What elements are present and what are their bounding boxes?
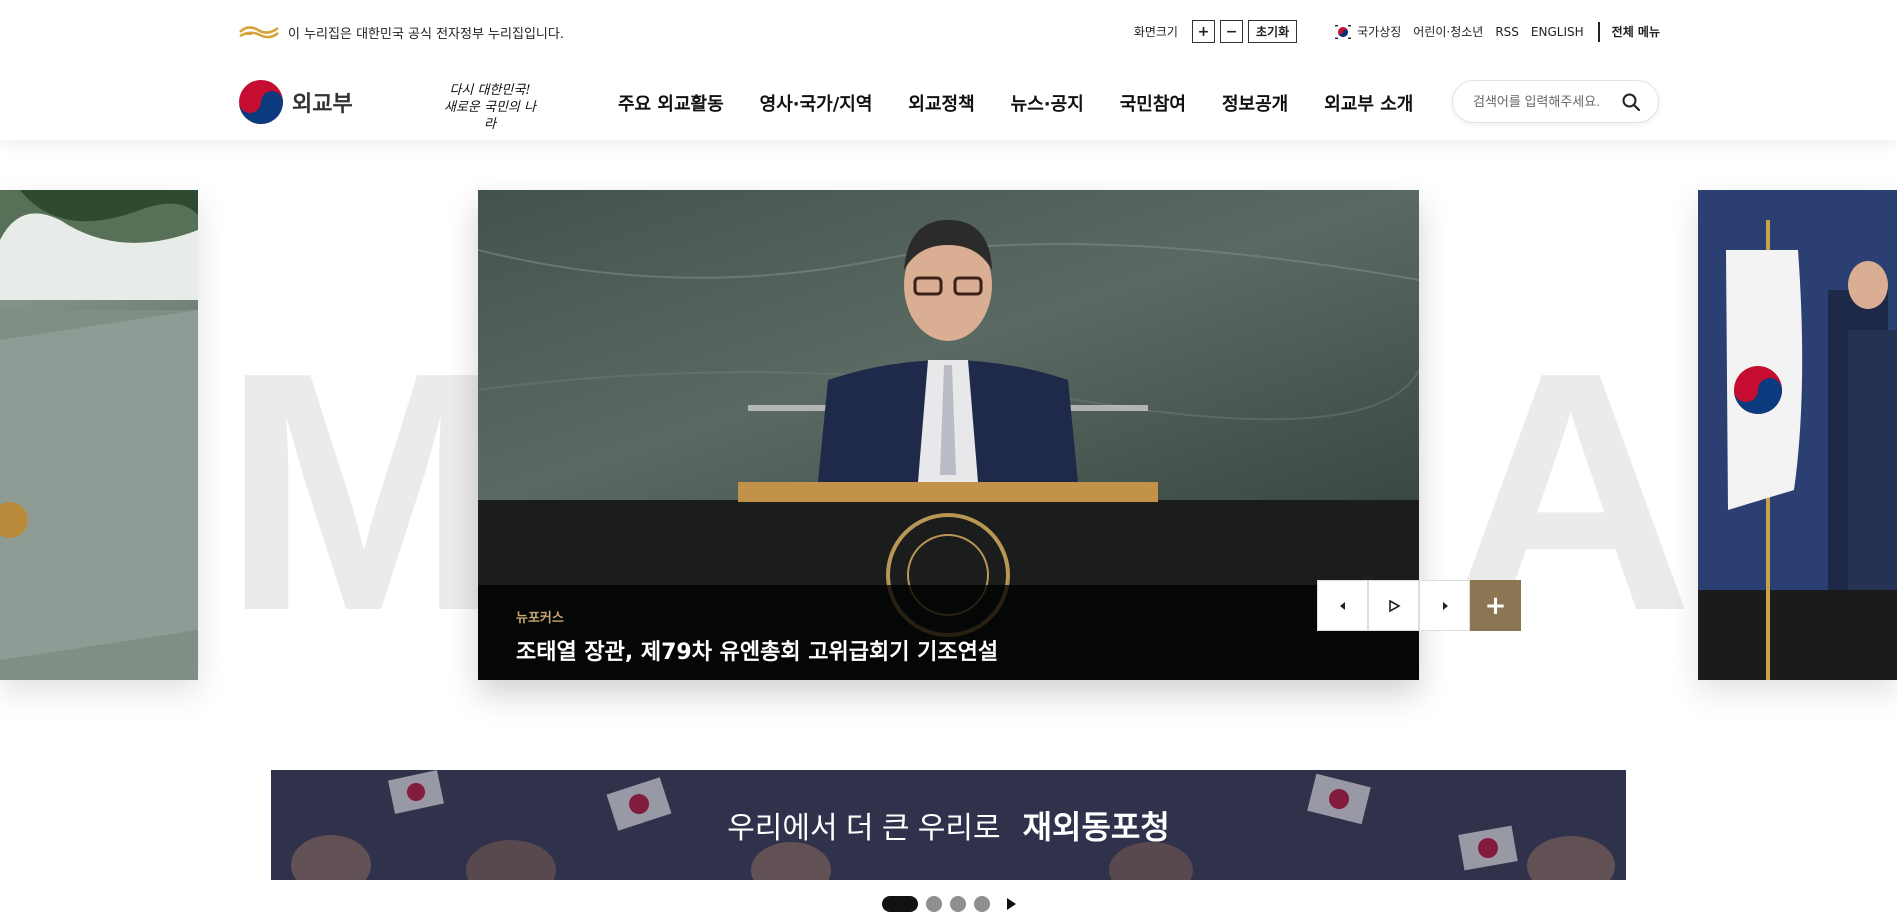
- caption-tag: 뉴포커스: [516, 611, 564, 626]
- banner-subtitle: 우리에서 더 큰 우리로: [727, 812, 1001, 845]
- slide-caption: 뉴포커스 조태열 장관, 제79차 유엔총회 고위급회기 기조연설: [478, 585, 1419, 680]
- background-letter-m: M: [222, 302, 506, 682]
- slider-controls: +: [1317, 580, 1521, 631]
- search-icon[interactable]: [1621, 92, 1641, 112]
- all-menu-button[interactable]: 전체 메뉴: [1612, 23, 1660, 40]
- pagination-next-icon[interactable]: [1004, 896, 1018, 912]
- gov-banner: 이 누리집은 대한민국 공식 전자정부 누리집입니다.: [238, 22, 564, 42]
- nav-information-disclosure[interactable]: 정보공개: [1222, 90, 1288, 116]
- english-link[interactable]: ENGLISH: [1531, 25, 1584, 39]
- nav-about-ministry[interactable]: 외교부 소개: [1324, 90, 1413, 116]
- current-slide[interactable]: 뉴포커스 조태열 장관, 제79차 유엔총회 고위급회기 기조연설: [478, 190, 1419, 680]
- rss-link[interactable]: RSS: [1495, 25, 1519, 39]
- caption-title[interactable]: 조태열 장관, 제79차 유엔총회 고위급회기 기조연설: [516, 634, 1381, 666]
- site-header: 이 누리집은 대한민국 공식 전자정부 누리집입니다. 화면크기 + − 초기화…: [0, 0, 1897, 140]
- logo-text: 외교부: [292, 92, 353, 117]
- slider-play-button[interactable]: [1368, 580, 1419, 631]
- slider-more-button[interactable]: +: [1470, 580, 1521, 631]
- font-size-minus-button[interactable]: −: [1219, 20, 1243, 43]
- font-size-label: 화면크기: [1133, 25, 1178, 39]
- nav-consular-regions[interactable]: 영사·국가/지역: [760, 90, 873, 116]
- overseas-koreans-banner[interactable]: 우리에서 더 큰 우리로 재외동포청: [271, 770, 1626, 880]
- main-nav: 주요 외교활동 영사·국가/지역 외교정책 뉴스·공지 국민참여 정보공개 외교…: [618, 90, 1449, 116]
- egov-logo-icon: [239, 26, 279, 39]
- taegeuk-icon: [1335, 24, 1352, 39]
- caret-left-icon: [1339, 601, 1345, 610]
- banner-title: 재외동포청: [1022, 808, 1170, 846]
- nav-foreign-policy[interactable]: 외교정책: [908, 90, 974, 116]
- slogan: 다시 대한민국! 새로운 국민의 나라: [440, 82, 540, 133]
- pagination-dot-3[interactable]: [950, 896, 966, 912]
- building-sign-image: [0, 190, 198, 680]
- site-logo[interactable]: 외교부: [238, 79, 353, 125]
- utility-bar: 화면크기 + − 초기화 국가상징 어린이·청소년 RSS ENGLISH 전체…: [1134, 20, 1660, 43]
- font-size-reset-button[interactable]: 초기화: [1247, 20, 1298, 43]
- national-symbols-label: 국가상징: [1357, 25, 1402, 39]
- font-size-plus-button[interactable]: +: [1191, 20, 1215, 43]
- search-input[interactable]: [1473, 94, 1615, 109]
- caret-right-icon: [1442, 601, 1448, 610]
- pagination-dot-4[interactable]: [974, 896, 990, 912]
- slogan-line-2: 새로운 국민의 나라: [444, 100, 536, 132]
- taegeuk-logo-icon: [239, 80, 283, 124]
- gov-banner-text: 이 누리집은 대한민국 공식 전자정부 누리집입니다.: [288, 26, 564, 42]
- slogan-line-1: 다시 대한민국!: [449, 83, 531, 98]
- slider-next-button[interactable]: [1419, 580, 1470, 631]
- nav-news-notice[interactable]: 뉴스·공지: [1011, 90, 1084, 116]
- pagination-dot-2[interactable]: [926, 896, 942, 912]
- search-box: [1452, 80, 1659, 123]
- flag-ceremony-image: [1698, 190, 1897, 680]
- divider: [1597, 21, 1600, 42]
- nav-public-participation[interactable]: 국민참여: [1120, 90, 1186, 116]
- national-symbols-link[interactable]: 국가상징: [1335, 23, 1401, 40]
- kids-link[interactable]: 어린이·청소년: [1413, 23, 1483, 40]
- nav-diplomatic-activities[interactable]: 주요 외교활동: [618, 90, 724, 116]
- pagination-dot-1[interactable]: [882, 896, 918, 912]
- slider-prev-button[interactable]: [1317, 580, 1368, 631]
- banner-pagination: [882, 896, 1018, 912]
- play-icon: [1388, 599, 1401, 612]
- next-slide-image[interactable]: [1698, 190, 1897, 680]
- prev-slide-image[interactable]: [0, 190, 198, 680]
